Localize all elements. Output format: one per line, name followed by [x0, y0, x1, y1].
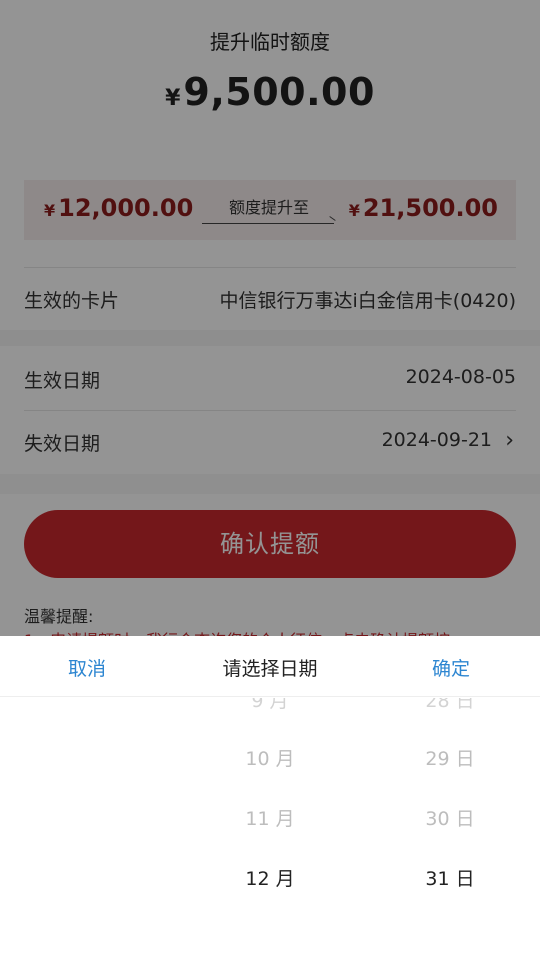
day-option-selected[interactable]: 31 日 [410, 864, 490, 891]
date-picker-header: 取消 请选择日期 确定 [0, 636, 540, 697]
day-option[interactable]: 29 日 [410, 744, 490, 771]
month-option[interactable]: 11 月 [230, 804, 310, 831]
month-option[interactable]: 9 月 [230, 698, 310, 714]
date-picker-sheet: 取消 请选择日期 确定 9 月 28 日 10 月 29 日 11 月 30 日… [0, 636, 540, 958]
month-option[interactable]: 10 月 [230, 744, 310, 771]
day-option[interactable]: 28 日 [410, 698, 490, 714]
confirm-button[interactable]: 确定 [432, 654, 470, 681]
month-option-selected[interactable]: 12 月 [230, 864, 310, 891]
day-option[interactable]: 30 日 [410, 804, 490, 831]
